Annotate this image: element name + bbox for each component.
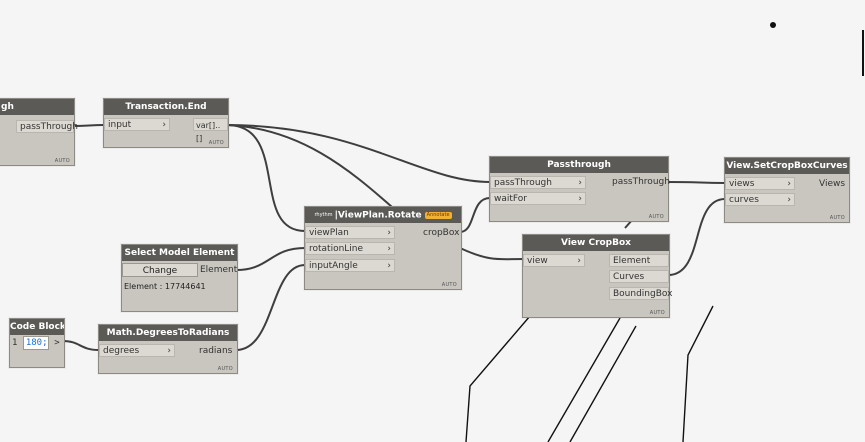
code-input[interactable]: 180; xyxy=(22,336,49,350)
wire-select-to-rotationline xyxy=(235,247,306,271)
canvas-dot xyxy=(770,22,776,28)
chevron-right-icon: › xyxy=(787,195,791,205)
port-label: curves xyxy=(729,195,759,205)
port-label: degrees xyxy=(103,346,140,356)
input-port-view[interactable]: view › xyxy=(523,254,585,267)
port-label: waitFor xyxy=(494,194,527,204)
change-button[interactable]: Change xyxy=(122,263,198,277)
node-title: Math.DegreesToRadians xyxy=(99,325,237,341)
node-select-model-element[interactable]: Select Model Element Change Element Elem… xyxy=(121,244,238,312)
chevron-right-icon: › xyxy=(162,120,166,130)
chevron-right-icon: › xyxy=(387,244,391,254)
input-port-viewplan[interactable]: viewPlan › xyxy=(305,226,395,239)
node-title: gh xyxy=(0,99,74,115)
port-label: rotationLine xyxy=(309,244,364,254)
canvas-edge-mark xyxy=(862,30,864,76)
stroke-line-2 xyxy=(547,317,621,442)
line-number: 1 xyxy=(12,338,18,348)
wire-curves-to-curves xyxy=(667,198,726,276)
node-set-cropbox-curves[interactable]: View.SetCropBoxCurves views › curves › V… xyxy=(724,157,850,223)
chevron-right-icon: › xyxy=(387,228,391,238)
wire-passthrough-to-views xyxy=(666,181,726,184)
input-port-rotationline[interactable]: rotationLine › xyxy=(305,242,395,255)
chevron-right-icon: › xyxy=(387,261,391,271)
auto-label: AUTO xyxy=(829,215,845,221)
wire-waitfor xyxy=(459,197,491,233)
output-port-code[interactable]: > xyxy=(54,338,59,348)
output-port-var[interactable]: var[]..[] xyxy=(193,118,228,143)
node-title: View.SetCropBoxCurves xyxy=(725,158,849,174)
chevron-right-icon: › xyxy=(578,178,582,188)
auto-label: AUTO xyxy=(441,282,457,288)
output-port-element[interactable]: Element xyxy=(609,254,669,267)
stroke-line-1 xyxy=(465,315,531,442)
node-code-block[interactable]: Code Block 1 180; > xyxy=(9,318,65,368)
wire-code-to-degrees xyxy=(62,340,100,351)
port-label: view xyxy=(527,256,548,266)
auto-label: AUTO xyxy=(648,214,664,220)
port-label: views xyxy=(729,179,755,189)
input-port-inputangle[interactable]: inputAngle › xyxy=(305,259,395,272)
output-port-views[interactable]: Views xyxy=(819,178,849,191)
node-passthrough-left[interactable]: gh passThrough AUTO xyxy=(0,98,78,166)
auto-label: AUTO xyxy=(649,310,665,316)
stroke-line-3 xyxy=(569,325,637,442)
chevron-right-icon: › xyxy=(577,256,581,266)
input-port-curves[interactable]: curves › xyxy=(725,193,795,206)
auto-label: AUTO xyxy=(217,366,233,372)
port-label: passThrough xyxy=(494,178,552,188)
port-label: input xyxy=(108,120,132,130)
code-line[interactable]: 1 180; > xyxy=(12,336,62,350)
package-tag: rhythm xyxy=(314,212,333,218)
node-title: Code Block xyxy=(10,319,64,335)
input-port-degrees[interactable]: degrees › xyxy=(99,344,175,357)
output-port-element[interactable]: Element xyxy=(200,264,237,277)
code-text: 180; xyxy=(25,338,48,348)
output-port-passthrough[interactable]: passThrough xyxy=(612,176,670,189)
chevron-right-icon: › xyxy=(167,346,171,356)
wire-transaction-to-viewplan-top xyxy=(226,124,393,208)
node-transaction-end[interactable]: Transaction.End input › var[]..[] AUTO xyxy=(103,98,229,148)
node-title: rhythm |ViewPlan.Rotate Annotate xyxy=(305,207,461,223)
element-id-text: Element : 17744641 xyxy=(124,282,206,291)
input-port-input[interactable]: input › xyxy=(104,118,170,131)
node-passthrough-right[interactable]: Passthrough passThrough › waitFor › pass… xyxy=(489,156,670,222)
node-view-cropbox[interactable]: View CropBox view › Element Curves Bound… xyxy=(522,234,672,318)
node-title: View CropBox xyxy=(523,235,669,251)
node-degrees-to-radians[interactable]: Math.DegreesToRadians degrees › radians … xyxy=(98,324,238,374)
output-port-cropbox[interactable]: cropBox xyxy=(423,227,461,240)
output-port-curves[interactable]: Curves xyxy=(609,270,669,283)
chevron-right-icon: › xyxy=(578,194,582,204)
node-viewplan-rotate[interactable]: rhythm |ViewPlan.Rotate Annotate viewPlan … xyxy=(304,206,462,290)
node-title: Transaction.End xyxy=(104,99,228,115)
node-title: Passthrough xyxy=(490,157,668,173)
stroke-line-4 xyxy=(682,305,714,442)
input-port-passthrough[interactable]: passThrough › xyxy=(490,176,586,189)
chevron-right-icon: › xyxy=(787,179,791,189)
node-title: Select Model Element xyxy=(122,245,237,261)
input-port-waitfor[interactable]: waitFor › xyxy=(490,192,586,205)
auto-label: AUTO xyxy=(208,140,224,146)
wire-transaction-to-passthrough xyxy=(226,124,491,183)
output-port-passthrough[interactable]: passThrough xyxy=(16,120,78,133)
node-title-text: ViewPlan.Rotate xyxy=(337,210,422,221)
output-port-radians[interactable]: radians xyxy=(199,345,237,358)
output-port-boundingbox[interactable]: BoundingBox xyxy=(609,287,672,300)
wire-cropbox-to-view xyxy=(459,247,524,261)
port-label: viewPlan xyxy=(309,228,349,238)
port-label: inputAngle xyxy=(309,261,358,271)
annotate-badge: Annotate xyxy=(424,211,452,219)
wire-radians-to-inputangle xyxy=(235,264,306,351)
wire-transaction-to-viewplan xyxy=(226,124,306,232)
input-port-views[interactable]: views › xyxy=(725,177,795,190)
auto-label: AUTO xyxy=(54,158,70,164)
